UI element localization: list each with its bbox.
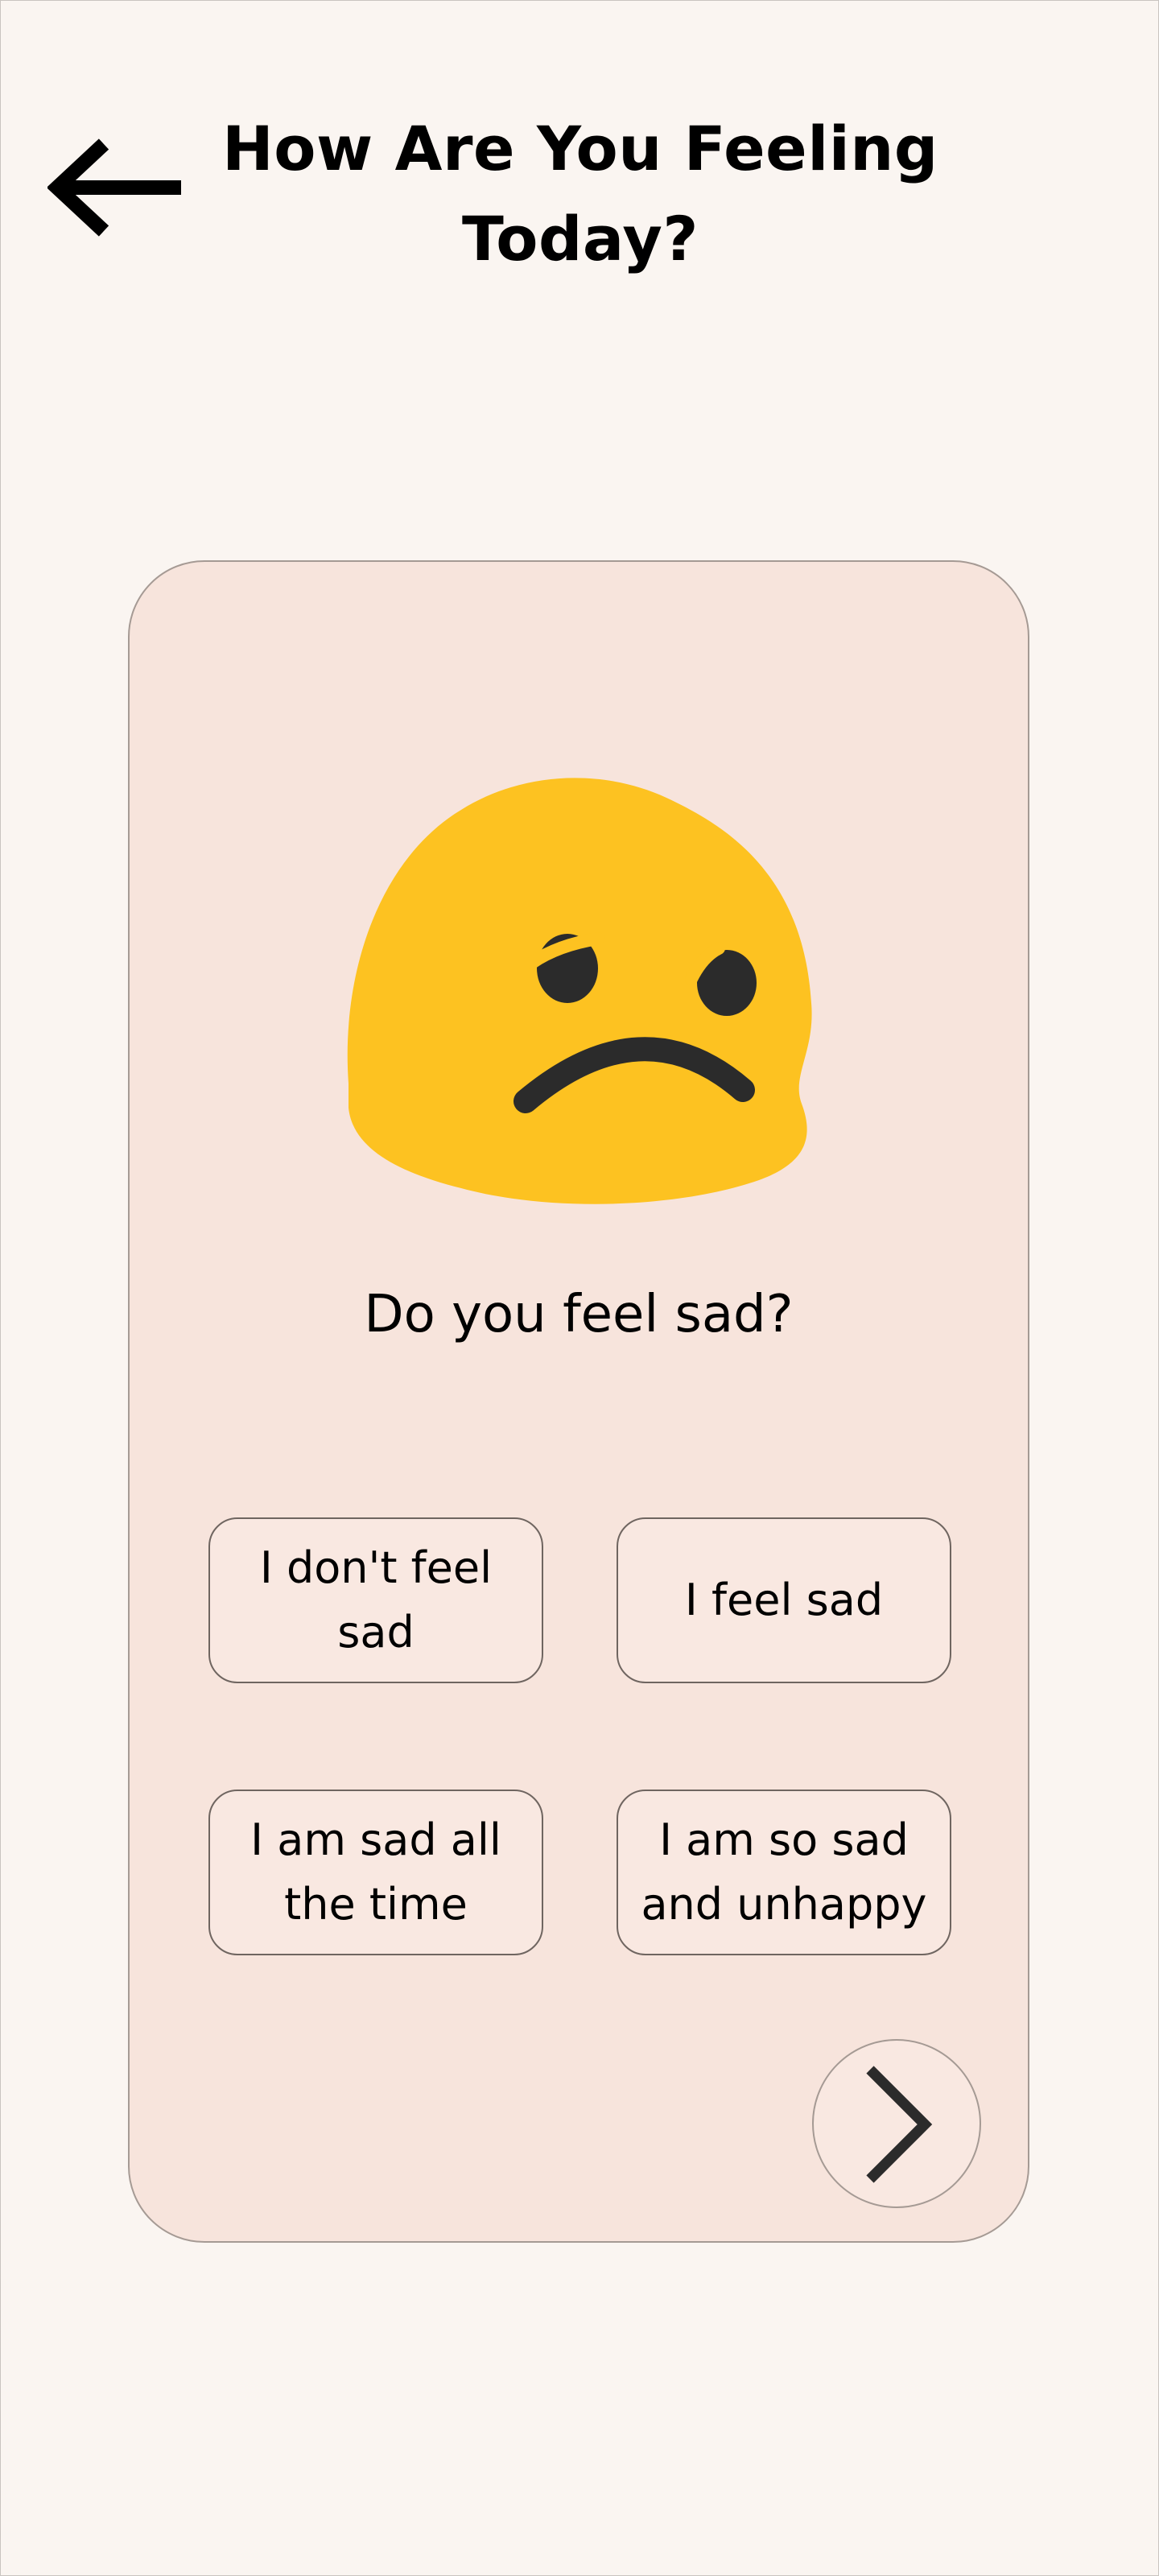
option-label: I don't feel sad (249, 1536, 503, 1665)
option-so-sad-and-unhappy[interactable]: I am so sad and unhappy (617, 1790, 951, 1955)
option-label: I feel sad (674, 1568, 894, 1633)
arrow-left-icon (47, 138, 181, 237)
sad-face-emoji (340, 770, 820, 1204)
option-label-line-2: the time (284, 1879, 468, 1930)
option-label-line-1: I don't feel (259, 1542, 493, 1593)
option-label-line-1: I am sad all (250, 1814, 501, 1865)
option-label-line-1: I feel sad (684, 1575, 884, 1625)
back-button[interactable] (47, 138, 184, 242)
option-sad-all-the-time[interactable]: I am sad all the time (208, 1790, 543, 1955)
question-text: Do you feel sad? (364, 1285, 794, 1344)
option-label-line-1: I am so sad (659, 1814, 909, 1865)
page-title-line-1: How Are You Feeling (222, 113, 938, 184)
question-card: Do you feel sad? I don't feel sad I feel… (128, 560, 1029, 2243)
page-title: How Are You Feeling Today? (202, 104, 959, 284)
chevron-right-icon (866, 2066, 933, 2183)
option-label-line-2: sad (337, 1607, 415, 1657)
page-title-line-2: Today? (462, 203, 699, 275)
mood-screen: How Are You Feeling Today? Do you feel s… (0, 0, 1159, 2576)
option-dont-feel-sad[interactable]: I don't feel sad (208, 1517, 543, 1683)
option-label: I am so sad and unhappy (629, 1808, 938, 1937)
option-label: I am sad all the time (239, 1808, 513, 1937)
next-button[interactable] (812, 2039, 981, 2208)
option-label-line-2: and unhappy (641, 1879, 927, 1930)
option-feel-sad[interactable]: I feel sad (617, 1517, 951, 1683)
